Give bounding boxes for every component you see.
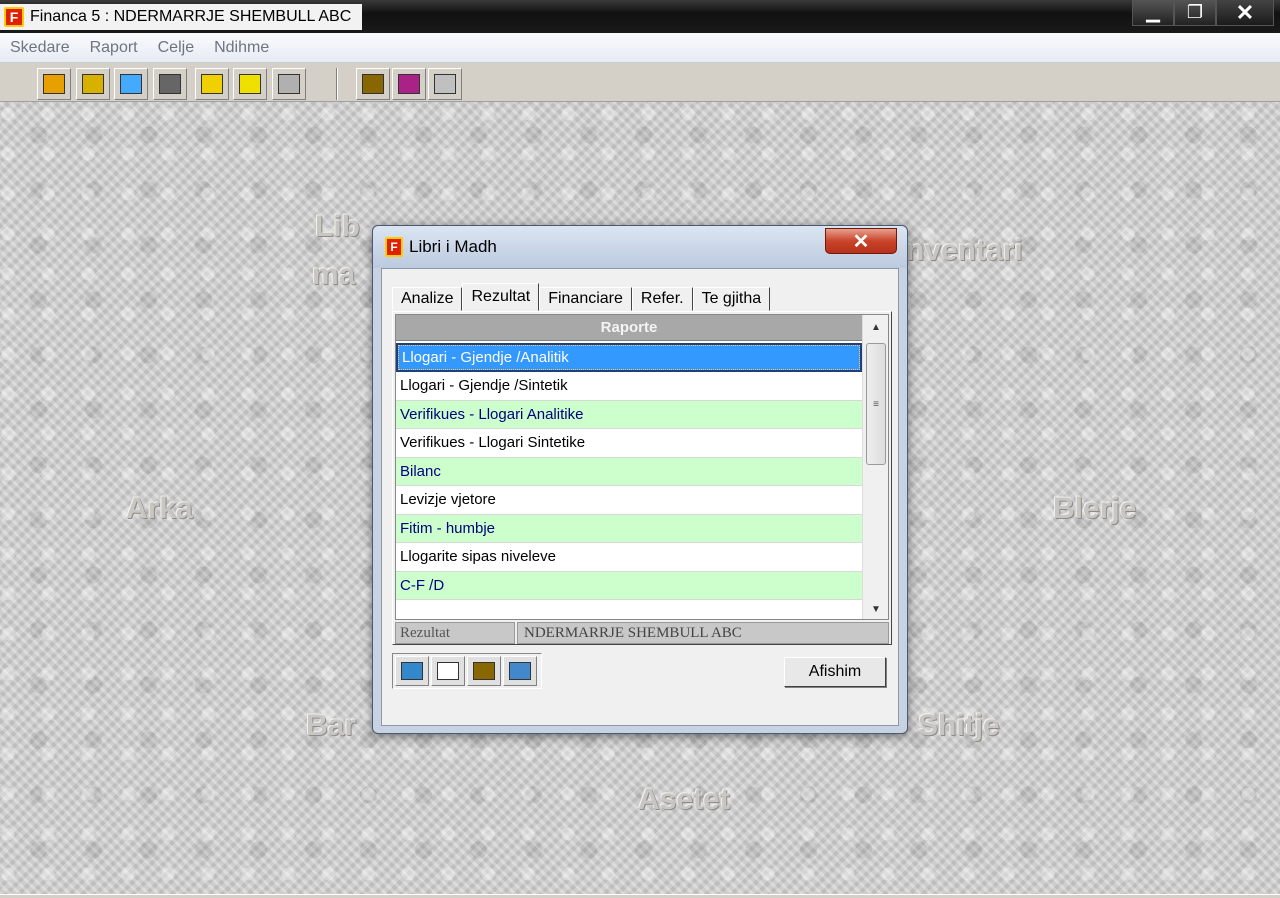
toolbar-separator (336, 68, 338, 100)
toolbar-folder-open-button[interactable] (195, 68, 229, 100)
libri-madh-dialog: F Libri i Madh ✕ Analize Rezultat Financ… (372, 225, 908, 734)
tab-te-gjitha[interactable]: Te gjitha (692, 287, 771, 311)
export-button[interactable] (503, 656, 537, 686)
folder-open-icon (201, 74, 223, 94)
module-libri-line2[interactable]: ma (312, 258, 355, 292)
grid-icon (437, 662, 459, 680)
calc-doc-button[interactable] (467, 656, 501, 686)
afishim-button[interactable]: Afishim (784, 657, 886, 687)
menu-ndihme[interactable]: Ndihme (204, 39, 279, 57)
status-bar (0, 894, 1280, 898)
table-row[interactable]: Levizje vjetore (396, 486, 862, 515)
table-row[interactable] (396, 600, 862, 619)
calc-doc-icon (473, 662, 495, 680)
scroll-down-arrow-icon[interactable]: ▼ (863, 597, 888, 619)
menu-skedare[interactable]: Skedare (0, 39, 80, 57)
people-icon (82, 74, 104, 94)
disabled-doc-icon (278, 74, 300, 94)
grid-status-line: Rezultat NDERMARRJE SHEMBULL ABC (395, 622, 889, 644)
module-inventari[interactable]: nventari (906, 234, 1023, 268)
toolbar-book-button[interactable] (392, 68, 426, 100)
person-icon (120, 74, 142, 94)
module-shitje[interactable]: Shitje (918, 709, 1000, 743)
tab-rezultat[interactable]: Rezultat (462, 283, 540, 311)
books-icon (43, 74, 65, 94)
menu-bar: Skedare Raport Celje Ndihme (0, 33, 1280, 63)
module-blerje[interactable]: Blerje (1053, 492, 1136, 526)
toolbar-sparkle-button[interactable] (428, 68, 462, 100)
table-row[interactable]: Verifikues - Llogari Analitike (396, 400, 862, 429)
calculator-doc-icon (362, 74, 384, 94)
dialog-title: Libri i Madh (409, 237, 497, 256)
export-icon (509, 662, 531, 680)
tab-refer[interactable]: Refer. (631, 287, 693, 311)
afishim-label: Afishim (808, 663, 862, 680)
table-row[interactable]: Llogari - Gjendje /Analitik (396, 343, 862, 372)
scroll-up-arrow-icon[interactable]: ▲ (863, 315, 888, 339)
grid-header-raporte[interactable]: Raporte (396, 315, 862, 341)
window-title: Financa 5 : NDERMARRJE SHEMBULL ABC (30, 8, 352, 25)
menu-celje[interactable]: Celje (148, 39, 204, 57)
module-arka[interactable]: Arka (126, 492, 193, 526)
table-row[interactable]: Llogari - Gjendje /Sintetik (396, 372, 862, 401)
dialog-app-icon: F (385, 237, 403, 257)
tab-strip: Analize Rezultat Financiare Refer. Te gj… (392, 283, 771, 311)
table-row[interactable]: Bilanc (396, 457, 862, 486)
book-icon (398, 74, 420, 94)
module-asetet[interactable]: Asetet (638, 783, 730, 817)
tab-financiare[interactable]: Financiare (539, 287, 632, 311)
tab-panel: Raporte Llogari - Gjendje /Analitik Llog… (392, 311, 892, 645)
dialog-body: Analize Rezultat Financiare Refer. Te gj… (381, 268, 899, 726)
module-libri[interactable]: Lib (315, 210, 360, 244)
minimize-button[interactable]: ▁ (1132, 0, 1174, 26)
toolbar (0, 64, 1280, 102)
reports-grid: Raporte Llogari - Gjendje /Analitik Llog… (395, 314, 889, 620)
toolbar-books-button[interactable] (37, 68, 71, 100)
tab-analize[interactable]: Analize (392, 287, 463, 311)
toolbar-person-button[interactable] (114, 68, 148, 100)
close-button[interactable]: ✕ (1216, 0, 1274, 26)
calculator-icon (401, 662, 423, 680)
status-report-type: Rezultat (395, 622, 515, 644)
grid-button[interactable] (431, 656, 465, 686)
toolbar-calc-doc-button[interactable] (356, 68, 390, 100)
table-row[interactable]: C-F /D (396, 571, 862, 600)
grid-vertical-scrollbar[interactable]: ▲ ≡ ▼ (862, 315, 888, 619)
dialog-close-button[interactable]: ✕ (825, 228, 897, 254)
menu-raport[interactable]: Raport (80, 39, 148, 57)
toolbar-people-button[interactable] (76, 68, 110, 100)
window-titlebar: F Financa 5 : NDERMARRJE SHEMBULL ABC ▁ … (0, 0, 1280, 33)
app-logo-icon: F (4, 7, 24, 27)
maximize-button[interactable]: ❐ (1174, 0, 1216, 26)
table-row[interactable]: Llogarite sipas niveleve (396, 543, 862, 572)
dialog-icon-buttons (392, 653, 542, 689)
toolbar-folder-edit-button[interactable] (233, 68, 267, 100)
sparkle-icon (434, 74, 456, 94)
toolbar-worker-button[interactable] (153, 68, 187, 100)
table-row[interactable]: Verifikues - Llogari Sintetike (396, 429, 862, 458)
module-banka[interactable]: Bar (306, 709, 356, 743)
scroll-thumb[interactable]: ≡ (866, 343, 886, 465)
toolbar-disabled-button[interactable] (272, 68, 306, 100)
table-row[interactable]: Fitim - humbje (396, 514, 862, 543)
status-company-name: NDERMARRJE SHEMBULL ABC (517, 622, 889, 644)
window-title-area: F Financa 5 : NDERMARRJE SHEMBULL ABC (0, 4, 362, 30)
folder-edit-icon (239, 74, 261, 94)
calculator-button[interactable] (395, 656, 429, 686)
worker-icon (159, 74, 181, 94)
